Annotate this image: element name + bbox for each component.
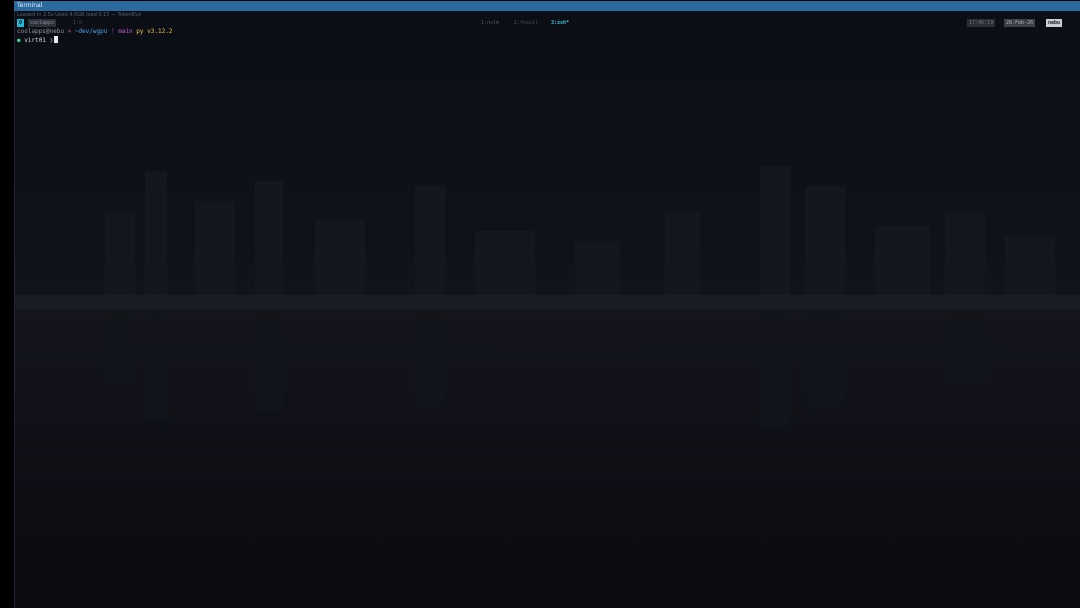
window-title: Terminal bbox=[17, 2, 43, 9]
session-index: 0 bbox=[17, 19, 25, 27]
status-date: 28-Feb-26 bbox=[1004, 19, 1036, 27]
tmux-status-bar: 0 coolapps 1:0 1:nvim 2:fossil 3:zsh* 17… bbox=[15, 19, 1080, 27]
screen: Terminal Loaded in 2.5s Used 4.0GB load … bbox=[0, 0, 1080, 608]
prompt-user-host: coolapps@nebu bbox=[17, 28, 64, 35]
tmux-window-zsh-active[interactable]: 3:zsh* bbox=[549, 19, 571, 27]
prompt-venv: virt01 bbox=[24, 37, 46, 44]
prompt-git-branch: main bbox=[118, 28, 133, 35]
prompt-python-version: py v3.12.2 bbox=[136, 28, 173, 35]
terminal-window[interactable]: Loaded in 2.5s Used 4.0GB load 0.15 — To… bbox=[14, 11, 1080, 608]
cityscape-wallpaper bbox=[15, 11, 1080, 608]
tmux-window-fossil[interactable]: 2:fossil bbox=[512, 19, 540, 27]
command-input-line[interactable]: ● virt01 ❯ bbox=[17, 36, 59, 45]
status-time: 17:46:19 bbox=[967, 19, 996, 27]
session-extra: 1:0 bbox=[73, 20, 83, 26]
prompt-line: coolapps@nebu × ~dev/wgpu ᚴ main py v3.1… bbox=[17, 28, 172, 36]
prompt-caret-icon: ❯ bbox=[49, 37, 54, 44]
text-cursor bbox=[54, 36, 59, 43]
session-name[interactable]: coolapps bbox=[28, 19, 57, 27]
tmux-window-nvim[interactable]: 1:nvim bbox=[479, 19, 501, 27]
prompt-path: ~dev/wgpu bbox=[74, 28, 108, 35]
status-line: Loaded in 2.5s Used 4.0GB load 0.15 — To… bbox=[17, 12, 142, 18]
status-host: nebu bbox=[1046, 19, 1063, 27]
window-titlebar[interactable]: Terminal bbox=[14, 1, 1080, 11]
